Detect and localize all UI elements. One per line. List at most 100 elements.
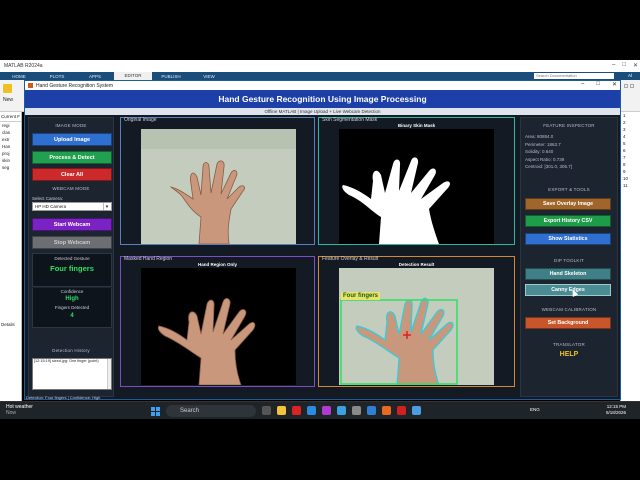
detection-history-list[interactable]: [12:15:19] sixed.jpg: One finger (point)…	[32, 358, 116, 452]
screen: MATLAB R2024a – □ ✕ HOME PLOTS APPS EDITOR…	[0, 0, 640, 480]
documentation-search-input[interactable]: Search Documentation	[534, 73, 614, 79]
skin-mask-caption: Binary Skin Mask	[397, 123, 436, 128]
original-image	[141, 129, 296, 244]
matlab-app-icon	[28, 83, 33, 88]
folder-file-item[interactable]: clas	[0, 129, 21, 136]
folder-file-item[interactable]: proj	[0, 150, 21, 157]
vscode-icon[interactable]	[367, 406, 376, 415]
show-statistics-button[interactable]: Show Statistics	[525, 233, 611, 245]
line-number: 10	[623, 176, 629, 181]
matlab-ribbon-tabs: HOME PLOTS APPS EDITOR PUBLISH VIEW Sear…	[0, 72, 640, 80]
masked-hand-image	[141, 268, 296, 385]
overlay-gesture-tag: Four fingers	[341, 292, 381, 300]
app-icon[interactable]	[397, 406, 406, 415]
detected-gesture-box: Detected Gesture Four fingers	[32, 253, 112, 287]
confidence-label: Confidence	[60, 289, 84, 294]
process-detect-button[interactable]: Process & Detect	[32, 151, 112, 164]
tab-plots[interactable]: PLOTS	[38, 74, 76, 79]
new-button-label[interactable]: New	[3, 97, 13, 103]
line-number: 1	[623, 113, 626, 118]
stat-solidity: Solidity: 0.640	[525, 149, 554, 154]
maximize-icon[interactable]: □	[622, 62, 626, 69]
chevron-down-icon[interactable]: ▾	[103, 203, 110, 210]
line-number: 6	[623, 148, 626, 153]
app-icon[interactable]	[352, 406, 361, 415]
translator-value: HELP	[559, 351, 579, 358]
line-number: 5	[623, 141, 626, 146]
app-icon[interactable]	[322, 406, 331, 415]
windows-start-icon[interactable]	[151, 407, 160, 416]
stat-area: Area: 80884.0	[525, 134, 554, 139]
save-overlay-button[interactable]: Save Overlay Image	[525, 198, 611, 210]
app-window: Hand Gesture Recognition System – □ ✕ Hand…	[24, 80, 621, 452]
expand-icon[interactable]	[630, 84, 634, 88]
editor-line-numbers: 1 2 3 4 5 6 7 8 9 10 11	[620, 112, 640, 402]
export-csv-button[interactable]: Export History CSV	[525, 215, 611, 227]
app-subtitle: Offline MATLAB | Image Upload + Live Web…	[25, 108, 620, 115]
stop-webcam-button[interactable]: Stop Webcam	[32, 236, 112, 249]
app-icon[interactable]	[412, 406, 421, 415]
status-line: Detection: Four fingers | Confidence: Hi…	[26, 395, 101, 400]
matlab-title: MATLAB R2024a	[4, 63, 43, 69]
folder-file-item[interactable]: seg	[0, 164, 21, 171]
folder-file-item[interactable]: Han	[0, 143, 21, 150]
fingers-detected-label: Fingers Detected	[54, 305, 90, 310]
task-view-icon[interactable]	[262, 406, 271, 415]
minimize-icon[interactable]: –	[612, 62, 615, 69]
tray-language[interactable]: ENG	[530, 407, 540, 412]
new-file-icon[interactable]	[3, 84, 12, 93]
folder-file-item[interactable]: extr	[0, 136, 21, 143]
set-background-button[interactable]: Set Background	[525, 317, 611, 329]
line-number: 8	[623, 162, 626, 167]
scrollbar[interactable]	[107, 359, 111, 389]
select-camera-label: Select Camera:	[32, 196, 64, 201]
control-panel: IMAGE MODE Upload Image Process & Detect…	[28, 117, 116, 452]
app-close-icon[interactable]: ✕	[612, 81, 617, 88]
matlab-titlebar: MATLAB R2024a – □ ✕	[0, 60, 640, 72]
line-number: 11	[623, 183, 628, 188]
edge-icon[interactable]	[307, 406, 316, 415]
folder-file-item[interactable]: regi	[0, 122, 21, 129]
confidence-value: High	[65, 296, 79, 302]
matlab-icon[interactable]	[382, 406, 391, 415]
tab-home[interactable]: HOME	[0, 74, 38, 79]
store-icon[interactable]	[337, 406, 346, 415]
taskbar-clock[interactable]: 12:15 PM 5/18/2026	[606, 404, 626, 416]
skin-mask-panel: Skin Segmentation Mask Binary Skin Mask	[318, 117, 515, 245]
app-titlebar: Hand Gesture Recognition System – □ ✕	[25, 81, 620, 90]
app-minimize-icon[interactable]: –	[581, 81, 584, 88]
feature-inspector-panel: FEATURE INSPECTOR Area: 80884.0 Perimete…	[520, 117, 618, 397]
canny-edges-button[interactable]: Canny Edges	[525, 284, 611, 296]
clock-date: 5/18/2026	[606, 410, 627, 415]
tab-editor[interactable]: EDITOR	[114, 72, 152, 80]
detection-result-image: Four fingers	[339, 268, 494, 385]
start-webcam-button[interactable]: Start Webcam	[32, 218, 112, 231]
tab-view[interactable]: VIEW	[190, 74, 228, 79]
taskbar-search[interactable]: Search	[166, 405, 256, 417]
detection-history-label: Detection History	[52, 348, 90, 353]
feature-inspector-heading: FEATURE INSPECTOR	[543, 123, 595, 128]
tab-publish[interactable]: PUBLISH	[152, 74, 190, 79]
webcam-mode-heading: WEBCAM MODE	[52, 186, 90, 191]
hand-skeleton-button[interactable]: Hand Skeleton	[525, 268, 611, 280]
user-menu[interactable]: Al	[628, 73, 632, 78]
weather-widget[interactable]: Hot weather Now	[6, 404, 33, 416]
masked-hand-caption: Hand Region Only	[197, 262, 237, 267]
camera-select[interactable]: HP HD Camera ▾	[32, 202, 112, 211]
folder-file-item[interactable]: skin	[0, 157, 21, 164]
file-explorer-icon[interactable]	[277, 406, 286, 415]
upload-image-button[interactable]: Upload Image	[32, 133, 112, 146]
stat-perimeter: Perimeter: 1863.7	[525, 141, 561, 147]
stat-centroid: Centroid: [301.0, 305.7]	[525, 164, 573, 169]
close-icon[interactable]: ✕	[633, 62, 638, 69]
line-number: 7	[623, 155, 626, 160]
letterbox-bottom	[0, 419, 640, 480]
app-maximize-icon[interactable]: □	[596, 81, 600, 88]
panel-title: Original Image	[124, 117, 157, 123]
list-item[interactable]: [12:15:19] sixed.jpg: One finger (point)	[33, 359, 111, 363]
layout-icon[interactable]	[624, 84, 628, 88]
office-icon[interactable]	[292, 406, 301, 415]
clear-all-button[interactable]: Clear All	[32, 168, 112, 181]
detected-gesture-value: Four fingers	[50, 264, 94, 273]
tab-apps[interactable]: APPS	[76, 74, 114, 79]
